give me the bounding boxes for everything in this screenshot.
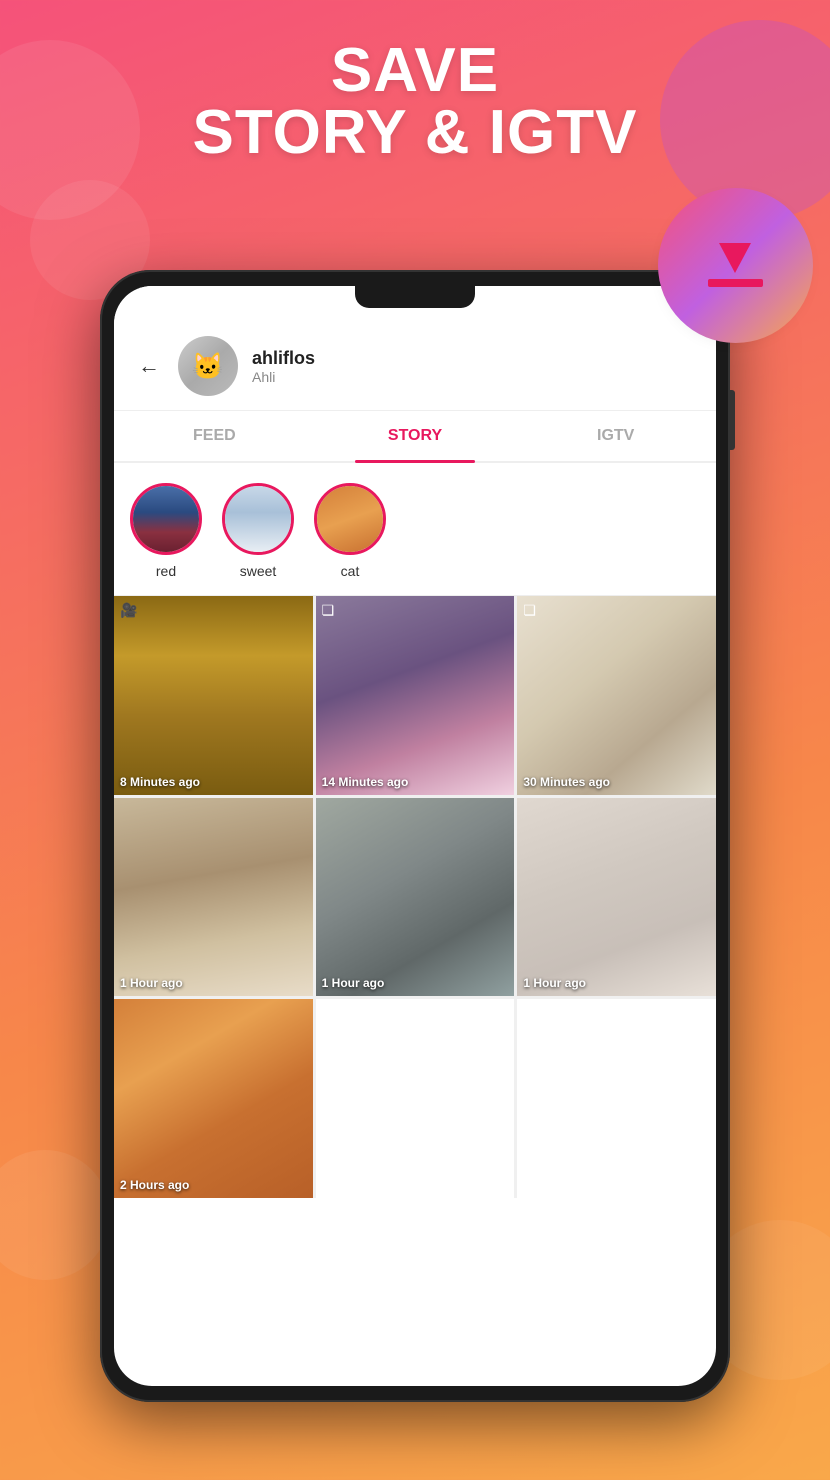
headline-line2: STORY & IGTV	[193, 98, 638, 167]
media-item-4[interactable]: 1 Hour ago	[316, 798, 515, 997]
story-circle-red	[130, 483, 202, 555]
media-time-0: 8 Minutes ago	[120, 775, 200, 789]
media-item-1[interactable]: ❏ 14 Minutes ago	[316, 596, 515, 795]
media-time-6: 2 Hours ago	[120, 1178, 189, 1192]
multi-icon-2: ❏	[523, 602, 536, 619]
media-time-4: 1 Hour ago	[322, 976, 385, 990]
tab-story[interactable]: STORY	[315, 411, 516, 461]
media-time-3: 1 Hour ago	[120, 976, 183, 990]
story-item-red[interactable]: red	[130, 483, 202, 579]
media-item-2[interactable]: ❏ 30 Minutes ago	[517, 596, 716, 795]
media-time-1: 14 Minutes ago	[322, 775, 409, 789]
story-label-sweet: sweet	[240, 563, 277, 579]
story-circles-row: red sweet cat	[114, 463, 716, 596]
phone-frame: ← 🐱 ahliflos Ahli FEED STORY IGTV	[100, 270, 730, 1402]
story-label-cat: cat	[341, 563, 360, 579]
media-item-3[interactable]: 1 Hour ago	[114, 798, 313, 997]
media-grid: 🎥 8 Minutes ago ❏ 14 Minutes ago ❏ 30 Mi…	[114, 596, 716, 1198]
tab-igtv[interactable]: IGTV	[515, 411, 716, 461]
profile-display-name: Ahli	[252, 369, 315, 385]
media-item-6[interactable]: 2 Hours ago	[114, 999, 313, 1198]
bg-decoration-4	[0, 1150, 110, 1280]
media-item-7	[316, 999, 515, 1198]
avatar: 🐱	[178, 336, 238, 396]
phone-side-button	[730, 390, 735, 450]
story-circle-sweet	[222, 483, 294, 555]
media-item-5[interactable]: 1 Hour ago	[517, 798, 716, 997]
headline-line1: SAVE	[331, 36, 499, 105]
story-item-sweet[interactable]: sweet	[222, 483, 294, 579]
tab-feed[interactable]: FEED	[114, 411, 315, 461]
video-icon-0: 🎥	[120, 602, 137, 619]
story-label-red: red	[156, 563, 176, 579]
profile-info: ahliflos Ahli	[252, 348, 315, 385]
tab-bar: FEED STORY IGTV	[114, 411, 716, 463]
app-headline: SAVE STORY & IGTV	[0, 0, 830, 164]
story-circle-cat	[314, 483, 386, 555]
multi-icon-1: ❏	[322, 602, 335, 619]
phone-screen: ← 🐱 ahliflos Ahli FEED STORY IGTV	[114, 286, 716, 1386]
phone-mockup: ← 🐱 ahliflos Ahli FEED STORY IGTV	[100, 270, 730, 1402]
profile-username: ahliflos	[252, 348, 315, 369]
back-button[interactable]: ←	[134, 349, 164, 383]
story-item-cat[interactable]: cat	[314, 483, 386, 579]
media-time-2: 30 Minutes ago	[523, 775, 610, 789]
phone-notch	[355, 286, 475, 308]
download-badge[interactable]	[670, 200, 800, 330]
media-item-8	[517, 999, 716, 1198]
download-icon	[708, 243, 763, 287]
media-item-0[interactable]: 🎥 8 Minutes ago	[114, 596, 313, 795]
media-time-5: 1 Hour ago	[523, 976, 586, 990]
